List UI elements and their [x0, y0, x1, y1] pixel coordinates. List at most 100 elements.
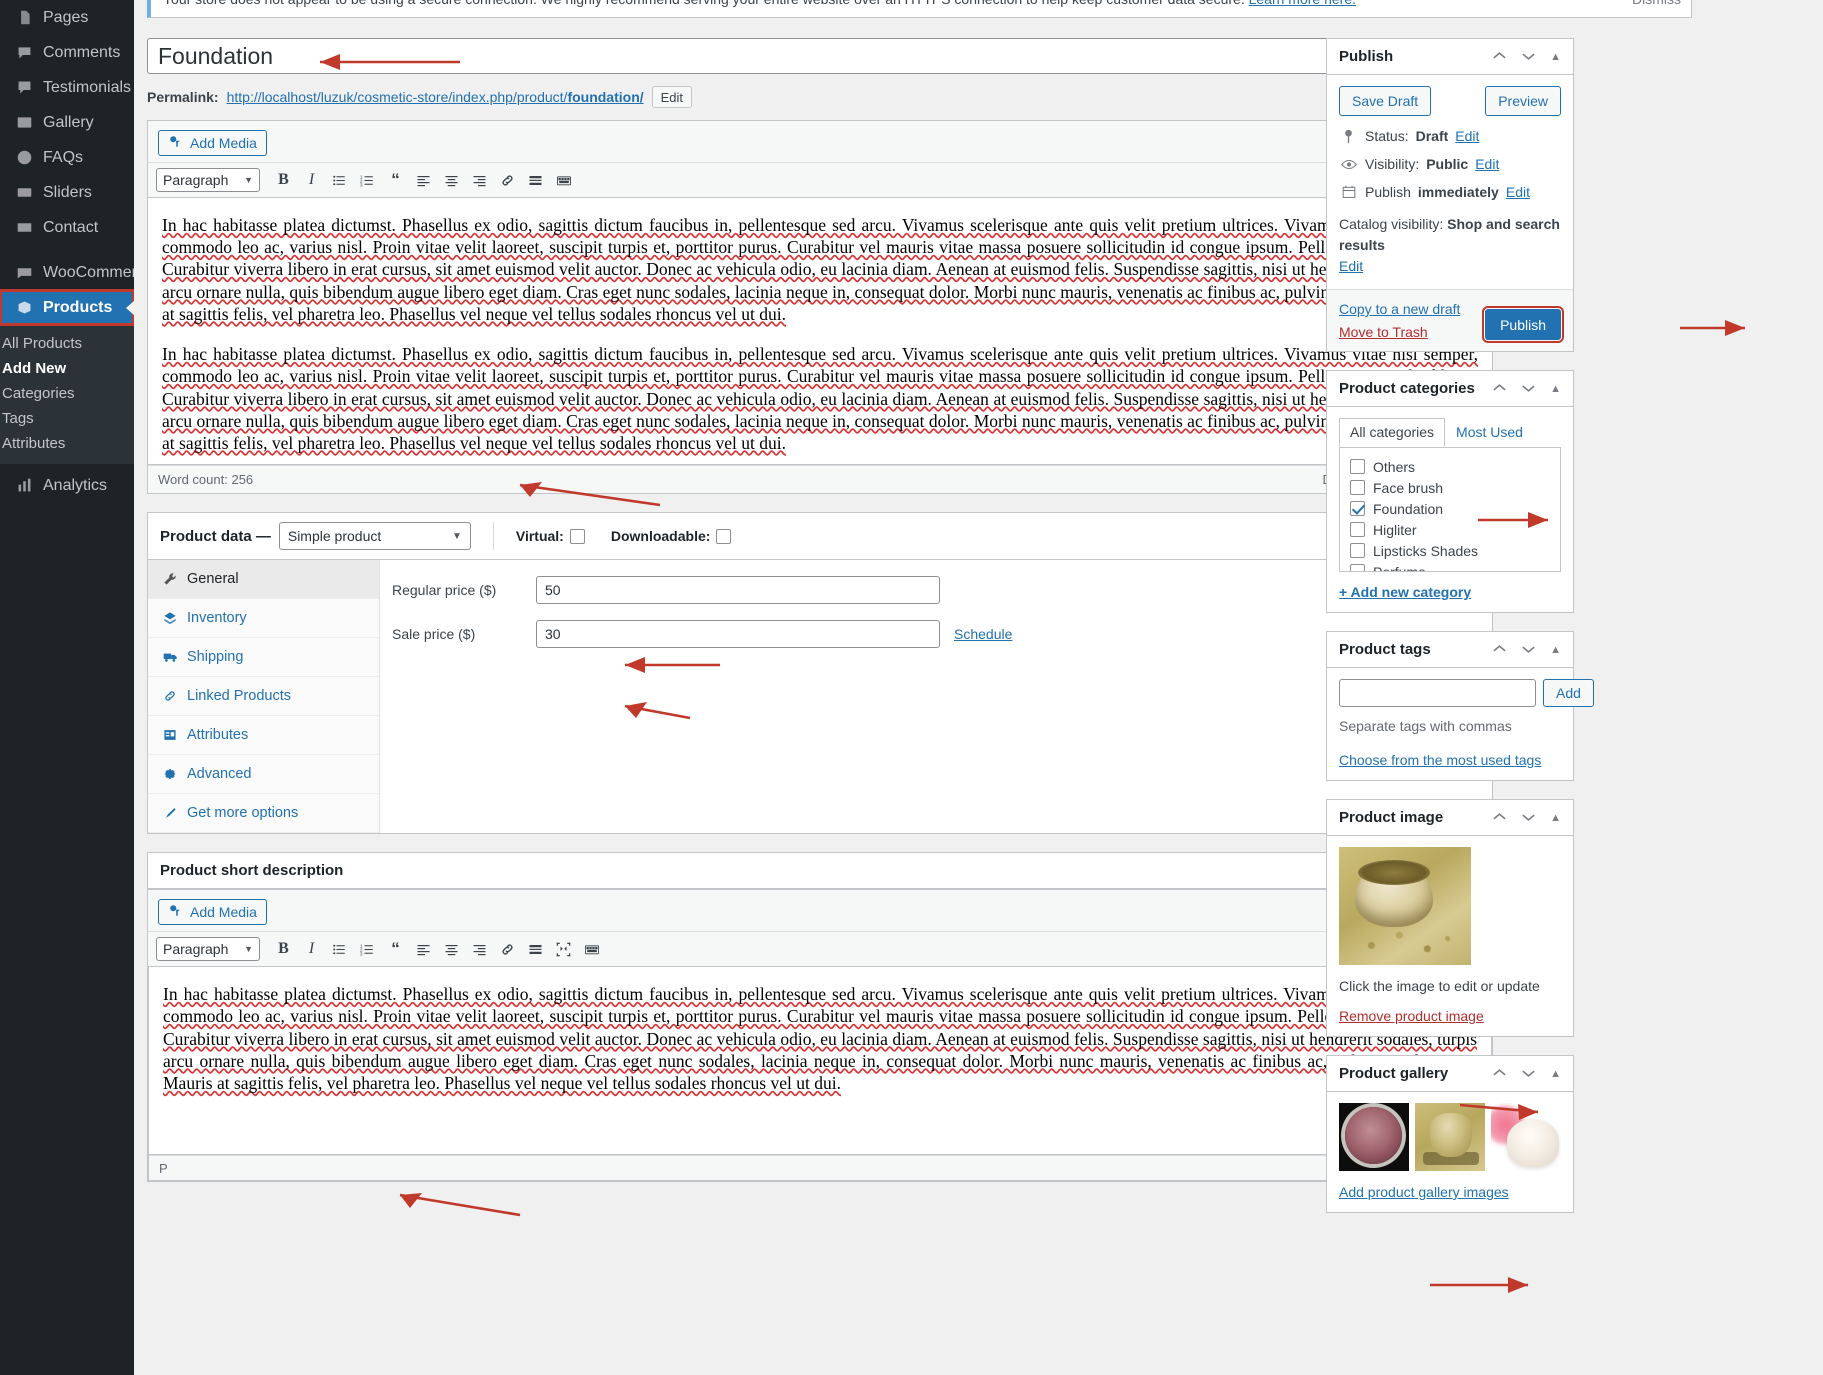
toggle-panel-icon[interactable]: ▲ [1550, 383, 1561, 395]
product-tab-shipping[interactable]: Shipping [148, 638, 379, 678]
bulleted-list-icon[interactable] [327, 168, 352, 192]
short-description-content[interactable]: In hac habitasse platea dictumst. Phasel… [148, 967, 1492, 1156]
save-draft-button[interactable]: Save Draft [1339, 86, 1432, 116]
catalog-edit-link[interactable]: Edit [1339, 258, 1363, 274]
sale-price-input[interactable]: 30 [536, 620, 940, 649]
product-title-input[interactable]: Foundation [147, 38, 1493, 74]
regular-price-input[interactable]: 50 [536, 576, 940, 605]
bold-icon[interactable]: B [271, 168, 296, 192]
sidebar-item-comments[interactable]: Comments [0, 35, 134, 70]
read-more-icon[interactable] [523, 937, 548, 961]
move-down-icon[interactable] [1521, 380, 1536, 397]
product-type-select[interactable]: Simple product ▼ [278, 522, 471, 551]
paragraph-format-select[interactable]: Paragraph ▼ [156, 168, 260, 192]
sidebar-item-gallery[interactable]: Gallery [0, 105, 134, 140]
sidebar-item-analytics[interactable]: Analytics [0, 468, 134, 503]
move-up-icon[interactable] [1492, 641, 1507, 658]
add-tag-button[interactable]: Add [1543, 679, 1594, 707]
move-up-icon[interactable] [1492, 809, 1507, 826]
product-tab-advanced[interactable]: Advanced [148, 755, 379, 795]
sidebar-item-products[interactable]: Products [0, 289, 134, 326]
publish-edit-link[interactable]: Edit [1506, 184, 1530, 200]
align-left-icon[interactable] [411, 937, 436, 961]
link-icon[interactable] [495, 168, 520, 192]
add-media-button[interactable]: Add Media [158, 130, 267, 156]
bulleted-list-icon[interactable] [327, 937, 352, 961]
category-checkbox[interactable] [1350, 480, 1365, 495]
category-list[interactable]: Others Face brush Foundation Higliter Li… [1339, 447, 1561, 572]
product-tab-inventory[interactable]: Inventory [148, 599, 379, 639]
preview-button[interactable]: Preview [1485, 86, 1561, 116]
category-item-face-brush[interactable]: Face brush [1350, 477, 1550, 498]
blockquote-icon[interactable]: “ [383, 168, 408, 192]
choose-most-used-tags-link[interactable]: Choose from the most used tags [1339, 752, 1541, 768]
move-down-icon[interactable] [1521, 48, 1536, 65]
sidebar-item-woocommerce[interactable]: WooCommerce [0, 255, 134, 290]
toggle-panel-icon[interactable]: ▲ [1550, 51, 1561, 63]
schedule-link[interactable]: Schedule [954, 626, 1012, 642]
category-checkbox[interactable] [1350, 564, 1365, 571]
italic-icon[interactable]: I [299, 168, 324, 192]
toggle-panel-icon[interactable]: ▲ [1550, 1068, 1561, 1080]
category-checkbox[interactable] [1350, 459, 1365, 474]
keyboard-shortcuts-icon[interactable] [551, 168, 576, 192]
align-right-icon[interactable] [467, 937, 492, 961]
submenu-item-categories[interactable]: Categories [0, 381, 134, 406]
move-up-icon[interactable] [1492, 48, 1507, 65]
italic-icon[interactable]: I [299, 937, 324, 961]
loose-powder-jar-thumb[interactable] [1415, 1103, 1485, 1171]
toggle-panel-icon[interactable]: ▲ [1550, 644, 1561, 656]
category-item-lipsticks-shades[interactable]: Lipsticks Shades [1350, 540, 1550, 561]
virtual-checkbox[interactable] [569, 528, 585, 544]
category-item-foundation[interactable]: Foundation [1350, 498, 1550, 519]
move-to-trash-link[interactable]: Move to Trash [1339, 324, 1460, 340]
product-tab-attributes[interactable]: Attributes [148, 716, 379, 756]
sidebar-item-sliders[interactable]: Sliders [0, 175, 134, 210]
add-new-category-link[interactable]: + Add new category [1339, 584, 1471, 600]
toggle-panel-icon[interactable]: ▲ [1550, 812, 1561, 824]
sidebar-item-testimonials[interactable]: Testimonials [0, 70, 134, 105]
align-right-icon[interactable] [467, 168, 492, 192]
featured-product-image[interactable] [1339, 847, 1471, 965]
numbered-list-icon[interactable]: 123 [355, 168, 380, 192]
submenu-item-add-new[interactable]: Add New [0, 356, 134, 381]
sidebar-item-pages[interactable]: Pages [0, 0, 134, 35]
add-gallery-images-link[interactable]: Add product gallery images [1339, 1184, 1509, 1200]
permalink-edit-button[interactable]: Edit [651, 86, 693, 108]
sidebar-item-contact[interactable]: Contact [0, 210, 134, 245]
product-tab-linked-products[interactable]: Linked Products [148, 677, 379, 717]
submenu-item-tags[interactable]: Tags [0, 406, 134, 431]
add-media-button[interactable]: Add Media [158, 899, 267, 926]
visibility-edit-link[interactable]: Edit [1475, 156, 1499, 172]
blush-compact-thumb[interactable] [1339, 1103, 1409, 1171]
move-down-icon[interactable] [1521, 809, 1536, 826]
notice-learn-more-link[interactable]: Learn more here. [1249, 0, 1356, 7]
category-item-others[interactable]: Others [1350, 456, 1550, 477]
align-center-icon[interactable] [439, 937, 464, 961]
bold-icon[interactable]: B [271, 937, 296, 961]
publish-button[interactable]: Publish [1482, 306, 1564, 343]
move-down-icon[interactable] [1521, 641, 1536, 658]
read-more-icon[interactable] [523, 168, 548, 192]
numbered-list-icon[interactable]: 123 [355, 937, 380, 961]
paragraph-format-select[interactable]: Paragraph ▼ [156, 937, 260, 962]
tag-input[interactable] [1339, 679, 1536, 707]
cream-jar-thumb[interactable] [1491, 1103, 1561, 1171]
submenu-item-all-products[interactable]: All Products [0, 331, 134, 356]
align-center-icon[interactable] [439, 168, 464, 192]
submenu-item-attributes[interactable]: Attributes [0, 431, 134, 456]
move-down-icon[interactable] [1521, 1065, 1536, 1082]
align-left-icon[interactable] [411, 168, 436, 192]
downloadable-checkbox[interactable] [716, 528, 732, 544]
product-tab-get-more-options[interactable]: Get more options [148, 794, 379, 834]
link-icon[interactable] [495, 937, 520, 961]
category-checkbox[interactable] [1350, 543, 1365, 558]
product-tab-general[interactable]: General [148, 560, 379, 600]
category-item-perfume[interactable]: Perfume [1350, 561, 1550, 571]
move-up-icon[interactable] [1492, 1065, 1507, 1082]
copy-to-new-draft-link[interactable]: Copy to a new draft [1339, 301, 1460, 317]
status-edit-link[interactable]: Edit [1455, 128, 1479, 144]
tab-all-categories[interactable]: All categories [1339, 418, 1446, 447]
distraction-free-icon[interactable] [551, 937, 576, 961]
category-checkbox[interactable] [1350, 522, 1365, 537]
